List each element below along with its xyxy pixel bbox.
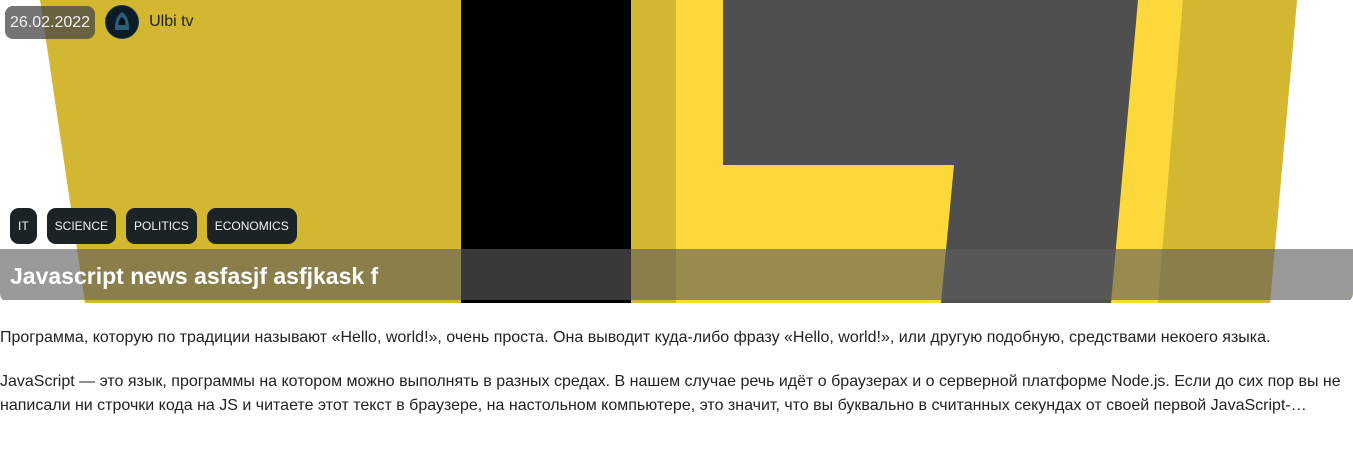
author-name[interactable]: Ulbi tv xyxy=(149,13,193,31)
post-meta: 26.02.2022 Ulbi tv xyxy=(5,5,194,39)
tag-it[interactable]: IT xyxy=(10,208,37,244)
tag-economics[interactable]: ECONOMICS xyxy=(206,208,297,244)
post-paragraph-1: Программа, которую по традиции называют … xyxy=(0,329,1271,346)
tag-science[interactable]: SCIENCE xyxy=(46,208,117,244)
tag-politics[interactable]: POLITICS xyxy=(126,208,197,244)
hooded-figure-icon xyxy=(106,6,139,38)
author-avatar[interactable] xyxy=(105,5,140,39)
post-paragraph-2: JavaScript — это язык, программы на кото… xyxy=(0,373,1341,414)
post-title[interactable]: Javascript news asfasjf asfjkask f xyxy=(10,263,378,290)
post-cover: 26.02.2022 Ulbi tv IT SCIENCE POLITICS E… xyxy=(0,0,1353,303)
tag-list: IT SCIENCE POLITICS ECONOMICS xyxy=(10,208,297,244)
post-date: 26.02.2022 xyxy=(5,5,96,39)
